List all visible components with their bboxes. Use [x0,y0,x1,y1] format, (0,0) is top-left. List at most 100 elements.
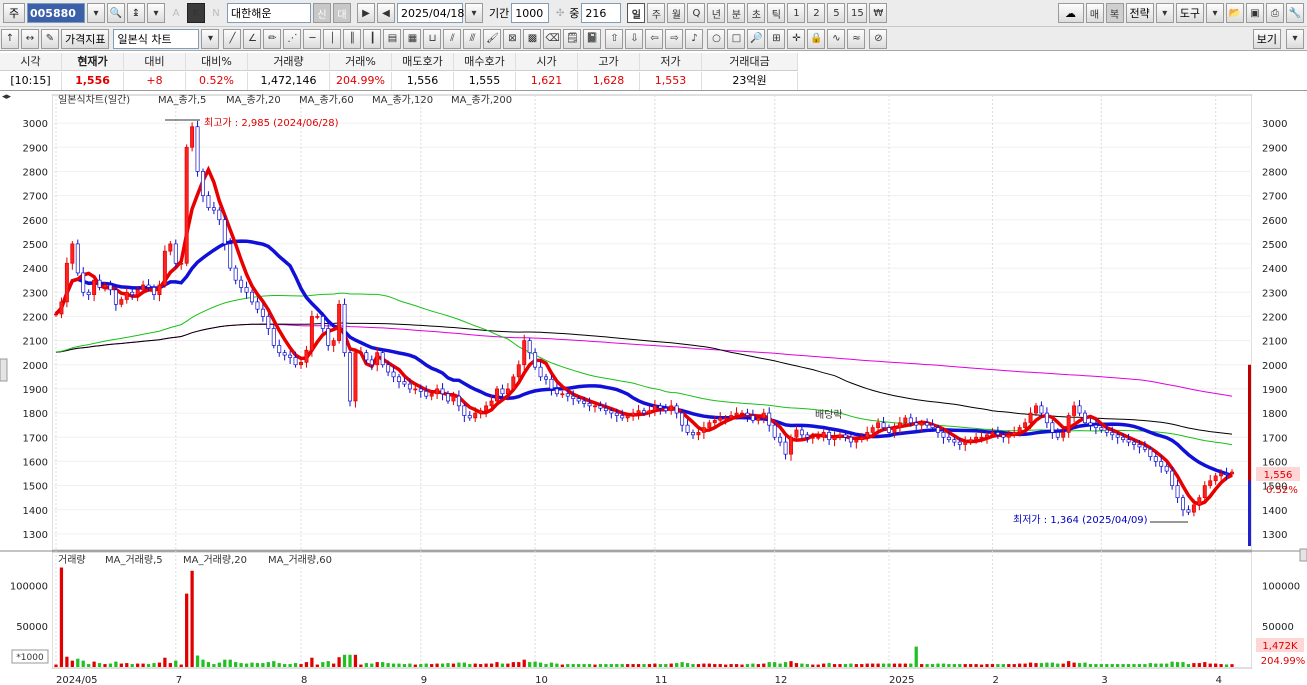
cycle-icon[interactable]: ⊔ [423,28,442,49]
n-button[interactable]: N [207,3,225,23]
pencil-icon[interactable]: ✏ [263,28,282,49]
interval-5-button[interactable]: 5 [827,3,846,23]
strategy-dropdown-icon[interactable]: ▾ [1155,3,1174,23]
strategy-button[interactable]: 전략 [1125,3,1154,23]
interval-15-button[interactable]: 15 [847,3,868,23]
stock-code-input[interactable]: 005880 [27,3,85,23]
period-second-button[interactable]: 초 [747,3,766,23]
volume-bar [522,659,526,667]
stock-name-field[interactable]: 대한해운 [227,3,311,23]
period-week-button[interactable]: 주 [647,3,666,23]
price-tick-left: 2300 [23,288,48,299]
left-scroll-handle[interactable] [0,358,8,382]
price-indicator-button[interactable]: 가격지표 [61,28,110,49]
period-day-button[interactable]: 일 [627,3,646,23]
notebook-icon[interactable]: 📓 [583,28,602,49]
play-forward-icon[interactable]: ▶ [357,3,375,23]
color-palette-icon[interactable]: ▩ [523,28,542,49]
period-year-button[interactable]: 년 [707,3,726,23]
open-folder-icon[interactable]: 📂 [1226,3,1244,23]
lock-icon[interactable]: 🔒 [807,28,826,49]
volume-bar [1192,663,1196,667]
settings-wrench-icon[interactable]: 🔧 [1286,3,1304,23]
wave-compare-icon[interactable]: ≈ [847,28,866,49]
text-annotation-icon[interactable]: ♪ [685,28,704,49]
candle-body [495,388,499,402]
trendline-icon[interactable]: ╱ [223,28,242,49]
candle-body [636,410,641,414]
volume-bar [288,664,292,667]
candle-body [620,415,625,419]
wave-icon[interactable]: ∿ [827,28,846,49]
expand-toggle-icon[interactable]: ◂▸ [2,92,12,102]
sin-button[interactable]: 신 [313,3,331,23]
vertical-line-icon[interactable]: │ [323,28,342,49]
bok-button[interactable]: 복 [1105,3,1124,23]
volume-bar [729,664,733,667]
jung-input[interactable]: 216 [581,3,622,23]
crosshair-tool-icon[interactable]: ✛ [787,28,806,49]
calendar-dropdown-icon[interactable]: ▾ [465,3,483,23]
grid-icon[interactable]: ▦ [403,28,422,49]
move-down-icon[interactable]: ⇩ [625,28,644,49]
eraser-icon[interactable]: ⌫ [543,28,562,49]
period-tick-button[interactable]: 틱 [767,3,786,23]
move-right-icon[interactable]: ⇨ [665,28,684,49]
period-minute-button[interactable]: 분 [727,3,746,23]
gann-icon[interactable]: ┃ [363,28,382,49]
arrow-leftright-icon[interactable]: ↔ [21,28,39,49]
tools-button[interactable]: 도구 [1175,3,1204,23]
a-button[interactable]: A [167,3,185,23]
note-icon[interactable]: 🗒 [563,28,582,49]
sort-dropdown-icon[interactable]: ▾ [147,3,165,23]
candlestick-chart[interactable]: 1300 13001400 14001500 15001600 16001700 1700… [0,91,1307,685]
cloud-icon[interactable]: ☁ [1057,3,1084,23]
zoom-grid-icon[interactable]: ⊞ [767,28,786,49]
interval-1-button[interactable]: 1 [787,3,806,23]
dae-button[interactable]: 대 [333,3,351,23]
move-left-icon[interactable]: ⇦ [645,28,664,49]
code-dropdown-icon[interactable]: ▾ [87,3,105,23]
play-back-icon[interactable]: ◀ [377,3,395,23]
candle-body [81,272,86,293]
mae-button[interactable]: 매 [1085,3,1104,23]
chart-type-select[interactable]: 일본식 차트 [113,28,200,49]
horizontal-line-icon[interactable]: ─ [303,28,322,49]
period-input[interactable]: 1000 [511,3,550,23]
interval-2-button[interactable]: 2 [807,3,826,23]
date-input[interactable]: 2025/04/18 [397,3,464,23]
move-up-icon[interactable]: ⇧ [605,28,624,49]
brush-icon[interactable]: 🖌 [483,28,502,49]
tools-dropdown-icon[interactable]: ▾ [1206,3,1224,23]
custom-interval-icon[interactable]: ₩ [869,3,888,23]
chart-area[interactable]: 1300 1300 1400 1400 1500 1500 1600 1600 1700 1700… [0,91,1307,685]
parallel-icon[interactable]: ⫻ [463,28,482,49]
period-month-button[interactable]: 월 [667,3,686,23]
fan-icon[interactable]: ⋰ [283,28,302,49]
k-button[interactable]: K [187,3,205,23]
period-quarter-button[interactable]: Q [687,3,706,23]
chart-type-dropdown-icon[interactable]: ▾ [201,28,220,49]
rectangle-icon[interactable]: □ [727,28,746,49]
market-type-button[interactable]: 주 [3,3,25,23]
circle-icon[interactable]: ○ [707,28,726,49]
print-icon[interactable]: ⎙ [1266,3,1284,23]
delete-drawing-icon[interactable]: ⊘ [869,28,888,49]
view-dropdown-icon[interactable]: ▾ [1286,28,1304,49]
channel-icon[interactable]: ⫽ [443,28,462,49]
angle-icon[interactable]: ∠ [243,28,262,49]
edit-icon[interactable]: ✎ [41,28,59,49]
zoom-icon[interactable]: 🔎 [747,28,766,49]
volume-bar [1018,663,1022,667]
fibonacci-icon[interactable]: ║ [343,28,362,49]
save-icon[interactable]: ▣ [1246,3,1264,23]
arrow-up-icon[interactable]: ↑ [1,28,19,49]
right-scroll-handle[interactable] [1299,548,1307,562]
crosshair-icon[interactable]: ✣ [551,3,569,23]
search-icon[interactable]: 🔍 [107,3,125,23]
table-icon[interactable]: ▤ [383,28,402,49]
dividend-annotation: 배당락 [815,409,843,421]
view-button[interactable]: 보기 [1252,28,1281,49]
shapes-icon[interactable]: ⊠ [503,28,522,49]
sort-icon[interactable]: ↨ [127,3,145,23]
